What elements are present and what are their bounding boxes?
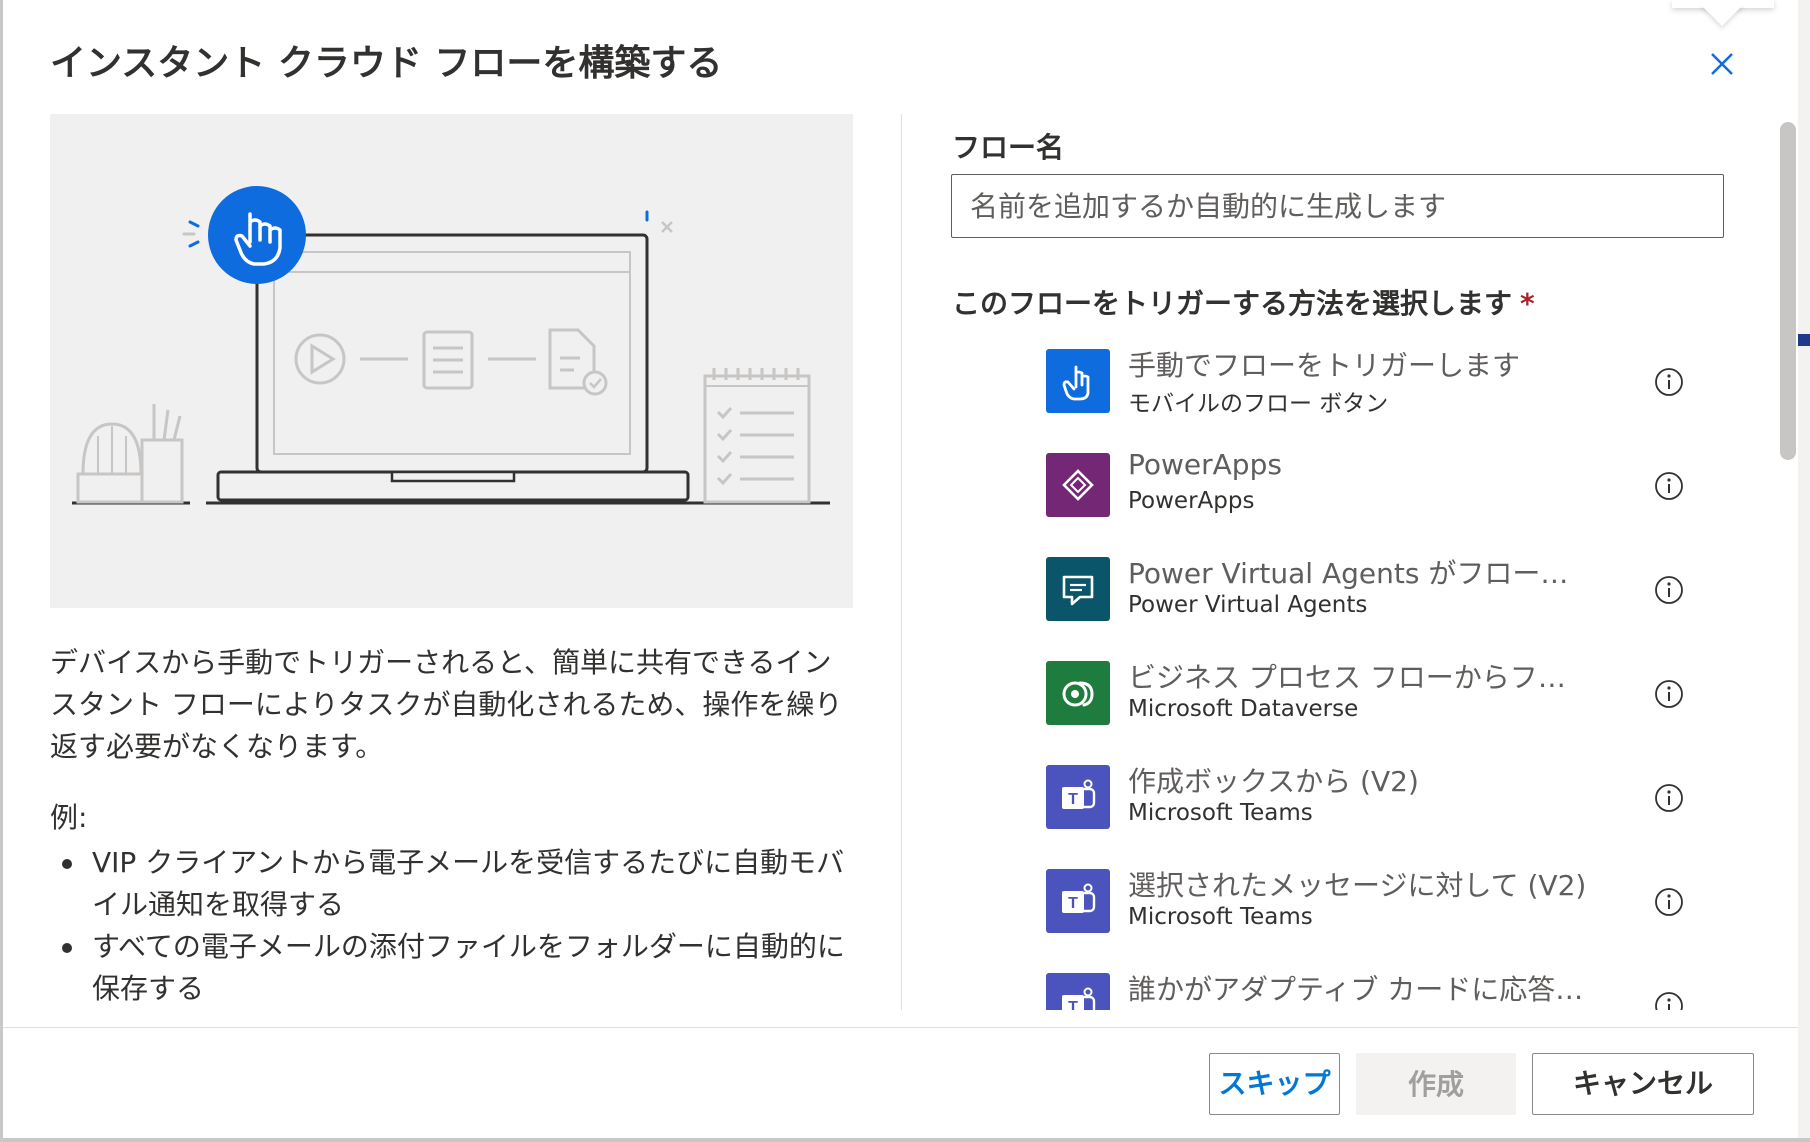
info-icon[interactable] [1654, 471, 1684, 501]
example-item: VIP クライアントから電子メールを受信するたびに自動モバイル通知を取得する [62, 842, 850, 926]
info-icon[interactable] [1654, 367, 1684, 397]
svg-text:T: T [1068, 895, 1078, 912]
trigger-title: 選択されたメッセージに対して (V2) [1128, 869, 1587, 902]
info-icon[interactable] [1654, 991, 1684, 1010]
trigger-title: PowerApps [1128, 448, 1282, 481]
background-page-strip [1798, 0, 1810, 1142]
skip-button[interactable]: スキップ [1209, 1053, 1340, 1115]
build-instant-flow-dialog: インスタント クラウド フローを構築する デバイスから手動でトリガーされると、簡… [0, 0, 1810, 1142]
required-asterisk: * [1520, 287, 1535, 320]
close-icon [1711, 53, 1733, 75]
dialog-title: インスタント クラウド フローを構築する [50, 43, 723, 84]
trigger-option-manual[interactable]: 手動でフローをトリガーします モバイルのフロー ボタン [1010, 336, 1710, 426]
footer-divider [3, 1027, 1798, 1028]
close-button[interactable] [1702, 44, 1742, 84]
cancel-button[interactable]: キャンセル [1532, 1053, 1754, 1115]
trigger-title: 手動でフローをトリガーします [1128, 349, 1521, 382]
description-text: デバイスから手動でトリガーされると、簡単に共有できるインスタント フローによりタ… [50, 646, 843, 763]
trigger-connector: Microsoft Dataverse [1128, 696, 1359, 722]
trigger-list: 手動でフローをトリガーします モバイルのフロー ボタン PowerApps Po… [1010, 336, 1710, 1010]
flow-name-input[interactable] [951, 174, 1724, 238]
create-button[interactable]: 作成 [1356, 1053, 1516, 1115]
trigger-option-business-process[interactable]: ビジネス プロセス フローからフロ... Microsoft Dataverse [1010, 648, 1710, 738]
info-icon[interactable] [1654, 783, 1684, 813]
trigger-connector: Microsoft Teams [1128, 800, 1313, 826]
teams-icon: T [1046, 869, 1110, 933]
trigger-label-text: このフローをトリガーする方法を選択します [952, 287, 1513, 320]
example-item: すべての電子メールの添付ファイルをフォルダーに自動的に保存する [62, 926, 850, 1010]
svg-text:T: T [1068, 999, 1078, 1010]
hero-illustration [50, 114, 853, 608]
trigger-connector: Microsoft Teams [1128, 904, 1313, 930]
teams-icon: T [1046, 765, 1110, 829]
powerapps-icon [1046, 453, 1110, 517]
examples-list: VIP クライアントから電子メールを受信するたびに自動モバイル通知を取得する す… [62, 842, 850, 1010]
flow-name-label: フロー名 [952, 131, 1065, 164]
dataverse-icon [1046, 661, 1110, 725]
trigger-connector: Power Virtual Agents [1128, 592, 1368, 618]
pane-divider [901, 114, 902, 1010]
svg-text:T: T [1068, 791, 1078, 808]
trigger-option-selected-message[interactable]: T 選択されたメッセージに対して (V2) Microsoft Teams [1010, 856, 1710, 946]
trigger-section-label: このフローをトリガーする方法を選択します * [952, 282, 1535, 322]
trigger-connector: PowerApps [1128, 488, 1255, 514]
scrollbar-thumb[interactable] [1780, 122, 1796, 460]
examples-label: 例: [50, 801, 88, 834]
trigger-option-compose-box[interactable]: T 作成ボックスから (V2) Microsoft Teams [1010, 752, 1710, 842]
trigger-option-pva[interactable]: Power Virtual Agents がフローを呼... Power Vir… [1010, 544, 1710, 634]
teams-icon: T [1046, 973, 1110, 1010]
trigger-option-powerapps[interactable]: PowerApps PowerApps [1010, 440, 1710, 530]
dialog-bottom-edge [0, 1138, 1810, 1142]
chat-bot-icon [1046, 557, 1110, 621]
trigger-title: 誰かがアダプティブ カードに応答し... [1128, 973, 1588, 1006]
trigger-title: 作成ボックスから (V2) [1128, 765, 1419, 798]
info-icon[interactable] [1654, 887, 1684, 917]
trigger-connector: モバイルのフロー ボタン [1128, 391, 1389, 417]
info-icon[interactable] [1654, 575, 1684, 605]
callout-pointer [1700, 4, 1744, 26]
laptop-illustration [72, 186, 830, 505]
dialog-left-edge [0, 0, 3, 1142]
touch-hand-icon [1046, 349, 1110, 413]
info-icon[interactable] [1654, 679, 1684, 709]
trigger-title: Power Virtual Agents がフローを呼... [1128, 557, 1588, 590]
trigger-option-adaptive-card[interactable]: T 誰かがアダプティブ カードに応答し... [1010, 960, 1710, 1010]
trigger-title: ビジネス プロセス フローからフロ... [1128, 661, 1588, 694]
background-marker [1798, 334, 1810, 346]
